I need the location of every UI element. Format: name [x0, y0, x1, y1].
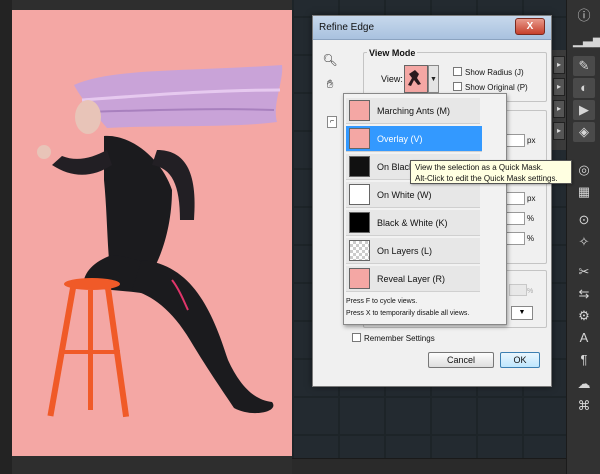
- remember-settings-row[interactable]: Remember Settings: [352, 333, 435, 343]
- tool-presets-icon[interactable]: ⇆: [573, 284, 595, 304]
- info-icon[interactable]: ⓘ: [573, 6, 595, 26]
- dialog-titlebar[interactable]: Refine Edge X: [313, 16, 551, 40]
- photo-illustration: [37, 65, 283, 418]
- arm-left: [52, 150, 112, 175]
- cancel-button[interactable]: Cancel: [428, 352, 494, 368]
- hair: [74, 65, 283, 128]
- leg-front: [132, 260, 274, 414]
- menu-item-on-layers[interactable]: On Layers (L): [346, 238, 480, 264]
- menu-item-label: On Layers (L): [377, 246, 433, 256]
- amount-field-disabled: [509, 284, 527, 296]
- left-panel-edge: [0, 0, 12, 474]
- menu-item-on-white[interactable]: On White (W): [346, 182, 480, 208]
- radius-unit: px: [527, 136, 536, 145]
- bottom-status-bar: [292, 458, 566, 474]
- paths-icon[interactable]: ▦: [573, 182, 595, 202]
- menu-item-label: Marching Ants (M): [377, 106, 451, 116]
- hint-disable: Press X to temporarily disable all views…: [346, 310, 470, 317]
- menu-item-reveal-layer[interactable]: Reveal Layer (R): [346, 266, 480, 292]
- ok-button[interactable]: OK: [500, 352, 540, 368]
- close-button[interactable]: X: [515, 18, 545, 35]
- clone-icon[interactable]: ⌘: [573, 396, 595, 416]
- play-icon[interactable]: ▶: [573, 100, 595, 120]
- on-layers-thumb: [349, 240, 370, 261]
- tooltip: View the selection as a Quick Mask. Alt-…: [410, 160, 572, 184]
- channels-icon[interactable]: ◎: [573, 160, 595, 180]
- menu-item-black-white[interactable]: Black & White (K): [346, 210, 480, 236]
- overlay-thumb: [349, 128, 370, 149]
- show-radius-label: Show Radius (J): [465, 68, 524, 77]
- refine-radius-tool-icon[interactable]: ⌐: [327, 116, 337, 128]
- show-original-checkbox[interactable]: [453, 82, 462, 91]
- styles-icon[interactable]: ✧: [573, 232, 595, 252]
- adjust-icon[interactable]: ◐: [573, 78, 595, 98]
- tooltip-line-1: View the selection as a Quick Mask.: [415, 163, 543, 172]
- marching-ants-thumb: [349, 100, 370, 121]
- view-mode-label: View Mode: [367, 48, 418, 58]
- feather-unit: px: [527, 194, 536, 203]
- panel-tab-3[interactable]: ▸: [553, 100, 565, 118]
- head: [75, 100, 101, 134]
- zoom-icon[interactable]: 🔍︎: [319, 50, 341, 70]
- panel-tab-2[interactable]: ▸: [553, 78, 565, 96]
- view-thumbnail[interactable]: [404, 65, 428, 93]
- menu-item-marching-ants[interactable]: Marching Ants (M): [346, 98, 480, 124]
- show-original-row[interactable]: Show Original (P): [453, 82, 528, 92]
- remember-settings-label: Remember Settings: [364, 334, 435, 343]
- settings-icon[interactable]: ⚙: [573, 306, 595, 326]
- layers-icon[interactable]: ◈: [573, 122, 595, 142]
- view-mode-menu: Marching Ants (M) Overlay (V) On Black (…: [343, 93, 507, 325]
- output-to-dropdown[interactable]: ▼: [511, 306, 533, 320]
- panel-tab-1[interactable]: ▸: [553, 56, 565, 74]
- show-radius-checkbox[interactable]: [453, 67, 462, 76]
- on-black-thumb: [349, 156, 370, 177]
- right-panel-toolbar: ⓘ ▁▃▅ ✎ ◐ ▶ ◈ ◎ ▦ ⊙ ✧ ✂ ⇆ ⚙ A ¶ ☁ ⌘: [566, 0, 600, 474]
- menu-item-label: Overlay (V): [377, 134, 423, 144]
- remember-settings-checkbox[interactable]: [352, 333, 361, 342]
- panel-tab-4[interactable]: ▸: [553, 122, 565, 140]
- black-white-thumb: [349, 212, 370, 233]
- screenshot: ▸ ▸ ▸ ▸ ⓘ ▁▃▅ ✎ ◐ ▶ ◈ ◎ ▦ ⊙ ✧ ✂ ⇆ ⚙ A ¶ …: [0, 0, 600, 474]
- dialog-title: Refine Edge: [319, 22, 375, 33]
- character-text-icon[interactable]: A: [573, 328, 595, 348]
- contrast-unit: %: [527, 214, 535, 223]
- character-icon[interactable]: ✂: [573, 262, 595, 282]
- tooltip-line-2: Alt-Click to edit the Quick Mask setting…: [415, 174, 558, 183]
- on-white-thumb: [349, 184, 370, 205]
- histogram-icon[interactable]: ▁▃▅: [573, 30, 600, 50]
- menu-item-overlay[interactable]: Overlay (V): [346, 126, 482, 152]
- menu-item-label: On White (W): [377, 190, 432, 200]
- dialog-tools: 🔍︎ ✋︎: [319, 50, 343, 98]
- view-label: View:: [381, 74, 403, 84]
- view-dropdown-arrow[interactable]: ▼: [428, 65, 439, 93]
- paragraph-icon[interactable]: ¶: [573, 350, 595, 370]
- reveal-layer-thumb: [349, 268, 370, 289]
- collapsed-panel-strip: ▸ ▸ ▸ ▸: [552, 50, 566, 150]
- 3d-icon[interactable]: ☁: [573, 374, 595, 394]
- hint-cycle: Press F to cycle views.: [346, 298, 418, 305]
- menu-item-label: Reveal Layer (R): [377, 274, 446, 284]
- menu-item-label: Black & White (K): [377, 218, 448, 228]
- document-canvas[interactable]: [12, 10, 294, 456]
- stool: [47, 278, 130, 418]
- show-radius-row[interactable]: Show Radius (J): [453, 67, 524, 77]
- brush-icon[interactable]: ✎: [573, 56, 595, 76]
- show-original-label: Show Original (P): [465, 83, 528, 92]
- swatches-icon[interactable]: ⊙: [573, 210, 595, 230]
- amount-unit-disabled: %: [527, 288, 534, 295]
- hand-icon[interactable]: ✋︎: [319, 74, 341, 94]
- shift-edge-unit: %: [527, 234, 535, 243]
